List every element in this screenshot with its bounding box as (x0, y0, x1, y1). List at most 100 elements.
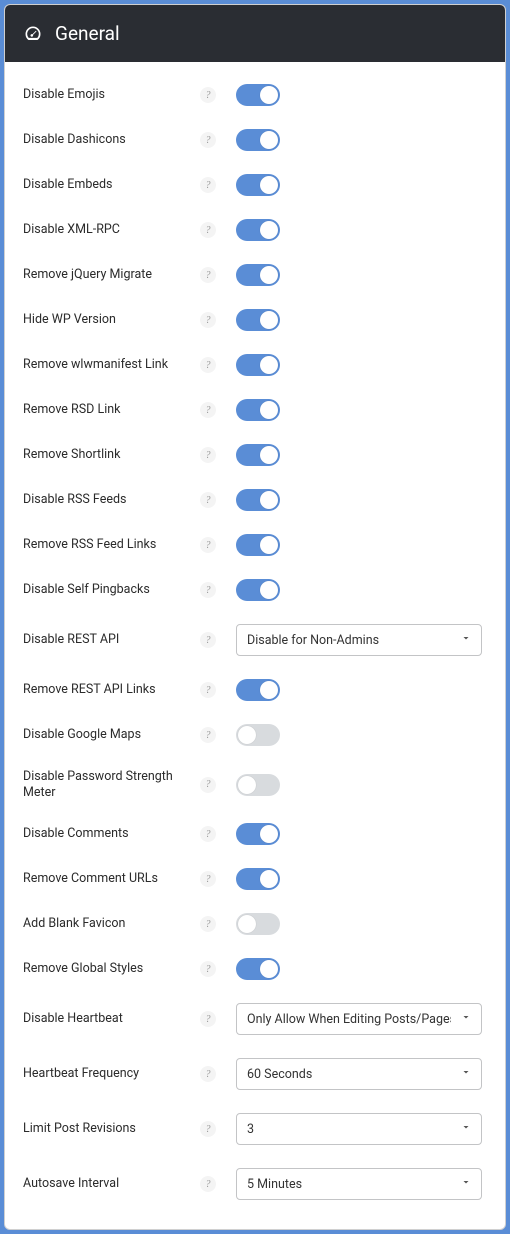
setting-row-autosave-interval: Autosave Interval 5 Minutes (23, 1156, 487, 1211)
select-disable-rest-api[interactable]: Disable for Non-Admins (236, 624, 482, 656)
setting-row-heartbeat-frequency: Heartbeat Frequency60 Seconds (23, 1046, 487, 1101)
toggle-remove-rsd-link[interactable] (236, 399, 280, 421)
help-icon[interactable] (200, 1121, 216, 1137)
help-icon[interactable] (200, 87, 216, 103)
toggle-remove-rest-api-links[interactable] (236, 679, 280, 701)
setting-row-disable-xml-rpc: Disable XML-RPC (23, 207, 487, 252)
toggle-knob (260, 960, 278, 978)
help-icon[interactable] (200, 357, 216, 373)
toggle-remove-jquery-migrate[interactable] (236, 264, 280, 286)
toggle-remove-wlwmanifest-link[interactable] (236, 354, 280, 376)
toggle-knob (260, 311, 278, 329)
toggle-disable-emojis[interactable] (236, 84, 280, 106)
setting-row-disable-comments: Disable Comments (23, 811, 487, 856)
select-limit-post-revisions[interactable]: 3 (236, 1113, 482, 1145)
toggle-disable-rss-feeds[interactable] (236, 489, 280, 511)
setting-label: Disable Self Pingbacks (23, 582, 192, 598)
setting-label: Remove RSS Feed Links (23, 537, 192, 553)
toggle-knob (260, 446, 278, 464)
setting-row-disable-self-pingbacks: Disable Self Pingbacks (23, 567, 487, 612)
help-icon[interactable] (200, 582, 216, 598)
help-icon[interactable] (200, 727, 216, 743)
toggle-knob (260, 681, 278, 699)
setting-row-remove-global-styles: Remove Global Styles (23, 946, 487, 991)
toggle-knob (260, 266, 278, 284)
toggle-disable-password-strength-meter[interactable] (236, 774, 280, 796)
help-icon[interactable] (200, 177, 216, 193)
setting-row-remove-rsd-link: Remove RSD Link (23, 387, 487, 432)
help-icon[interactable] (200, 632, 216, 648)
toggle-knob (238, 776, 256, 794)
toggle-disable-embeds[interactable] (236, 174, 280, 196)
toggle-add-blank-favicon[interactable] (236, 913, 280, 935)
setting-row-hide-wp-version: Hide WP Version (23, 297, 487, 342)
help-icon[interactable] (200, 447, 216, 463)
select-wrap: 3 (236, 1113, 482, 1145)
setting-label: Disable Emojis (23, 87, 192, 103)
help-icon[interactable] (200, 916, 216, 932)
help-icon[interactable] (200, 1176, 216, 1192)
setting-row-add-blank-favicon: Add Blank Favicon (23, 901, 487, 946)
help-icon[interactable] (200, 537, 216, 553)
setting-row-disable-embeds: Disable Embeds (23, 162, 487, 207)
setting-row-remove-shortlink: Remove Shortlink (23, 432, 487, 477)
toggle-knob (260, 825, 278, 843)
setting-row-remove-wlwmanifest-link: Remove wlwmanifest Link (23, 342, 487, 387)
toggle-remove-comment-urls[interactable] (236, 868, 280, 890)
help-icon[interactable] (200, 492, 216, 508)
select-wrap: Disable for Non-Admins (236, 624, 482, 656)
setting-row-remove-rest-api-links: Remove REST API Links (23, 667, 487, 712)
setting-row-disable-password-strength-meter: Disable Password Strength Meter (23, 757, 487, 811)
setting-label: Disable XML-RPC (23, 222, 192, 238)
toggle-knob (260, 491, 278, 509)
setting-label: Autosave Interval (23, 1176, 192, 1192)
help-icon[interactable] (200, 961, 216, 977)
toggle-remove-global-styles[interactable] (236, 958, 280, 980)
setting-row-disable-heartbeat: Disable Heartbeat Only Allow When Editing… (23, 991, 487, 1046)
help-icon[interactable] (200, 402, 216, 418)
setting-label: Remove wlwmanifest Link (23, 357, 192, 373)
help-icon[interactable] (200, 826, 216, 842)
select-wrap: Only Allow When Editing Posts/Pages (236, 1003, 482, 1035)
help-icon[interactable] (200, 312, 216, 328)
toggle-knob (260, 870, 278, 888)
select-autosave-interval[interactable]: 5 Minutes (236, 1168, 482, 1200)
select-wrap: 60 Seconds (236, 1058, 482, 1090)
setting-row-limit-post-revisions: Limit Post Revisions3 (23, 1101, 487, 1156)
toggle-disable-self-pingbacks[interactable] (236, 579, 280, 601)
toggle-disable-google-maps[interactable] (236, 724, 280, 746)
setting-label: Remove jQuery Migrate (23, 267, 192, 283)
help-icon[interactable] (200, 777, 216, 793)
setting-label: Disable Password Strength Meter (23, 769, 192, 800)
toggle-knob (238, 915, 256, 933)
general-panel: General Disable EmojisDisable DashiconsD… (4, 4, 506, 1230)
toggle-knob (260, 401, 278, 419)
help-icon[interactable] (200, 132, 216, 148)
help-icon[interactable] (200, 1011, 216, 1027)
toggle-knob (260, 131, 278, 149)
setting-label: Remove Global Styles (23, 961, 192, 977)
dashboard-icon (23, 24, 43, 44)
toggle-remove-shortlink[interactable] (236, 444, 280, 466)
help-icon[interactable] (200, 1066, 216, 1082)
help-icon[interactable] (200, 267, 216, 283)
panel-body: Disable EmojisDisable DashiconsDisable E… (5, 62, 505, 1229)
toggle-remove-rss-feed-links[interactable] (236, 534, 280, 556)
setting-label: Disable REST API (23, 632, 192, 648)
setting-row-remove-jquery-migrate: Remove jQuery Migrate (23, 252, 487, 297)
help-icon[interactable] (200, 682, 216, 698)
toggle-hide-wp-version[interactable] (236, 309, 280, 331)
setting-label: Disable Heartbeat (23, 1011, 192, 1027)
setting-label: Remove REST API Links (23, 682, 192, 698)
toggle-disable-dashicons[interactable] (236, 129, 280, 151)
toggle-disable-comments[interactable] (236, 823, 280, 845)
toggle-disable-xml-rpc[interactable] (236, 219, 280, 241)
help-icon[interactable] (200, 871, 216, 887)
toggle-knob (260, 356, 278, 374)
setting-label: Remove Comment URLs (23, 871, 192, 887)
help-icon[interactable] (200, 222, 216, 238)
select-wrap: 5 Minutes (236, 1168, 482, 1200)
setting-row-disable-google-maps: Disable Google Maps (23, 712, 487, 757)
select-heartbeat-frequency[interactable]: 60 Seconds (236, 1058, 482, 1090)
select-disable-heartbeat[interactable]: Only Allow When Editing Posts/Pages (236, 1003, 482, 1035)
